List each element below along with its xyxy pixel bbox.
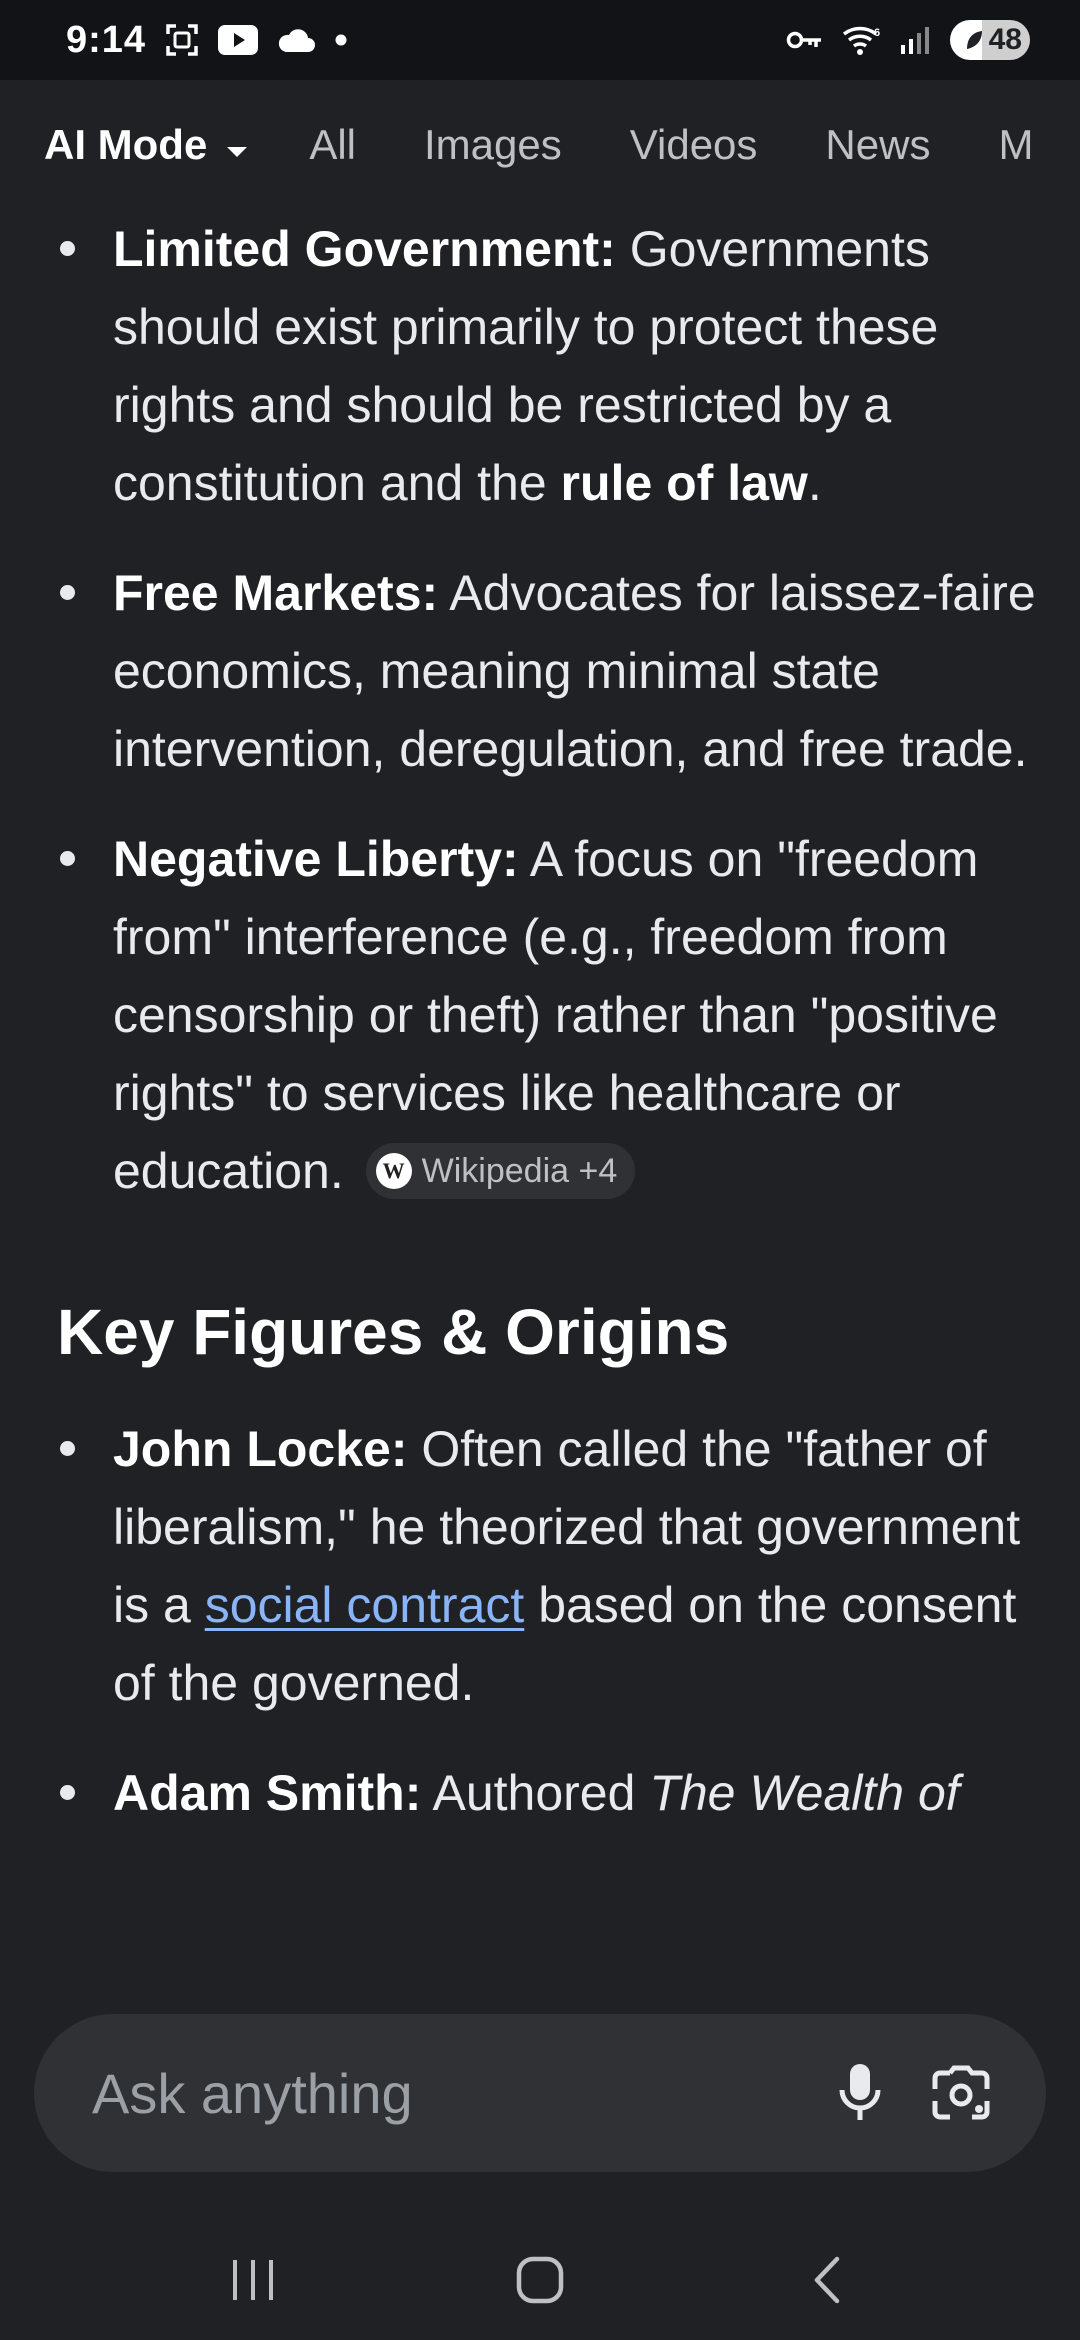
bullet-icon xyxy=(60,241,75,256)
google-lens-icon[interactable] xyxy=(932,2065,990,2121)
back-icon[interactable] xyxy=(767,2230,887,2330)
screenshot-icon xyxy=(164,22,200,58)
section-heading: Key Figures & Origins xyxy=(57,1296,730,1368)
item-term: John Locke: xyxy=(113,1421,408,1477)
tab-label: M xyxy=(998,121,1034,168)
tab-images[interactable]: Images xyxy=(424,121,562,169)
item-term: Negative Liberty: xyxy=(113,831,519,887)
ai-answer-content: Limited Government: Governments should e… xyxy=(0,210,1080,1990)
caret-down-icon xyxy=(225,121,249,169)
ask-bar[interactable]: Ask anything xyxy=(34,2014,1046,2172)
tab-label: All xyxy=(309,121,357,168)
tab-label: News xyxy=(825,121,931,168)
tab-label: AI Mode xyxy=(44,121,208,168)
wifi-icon: 6 xyxy=(842,24,882,56)
tab-news[interactable]: News xyxy=(825,121,930,169)
tab-label: Images xyxy=(424,121,562,168)
list-item: Negative Liberty: A focus on "freedom fr… xyxy=(0,820,1080,1210)
system-nav-bar xyxy=(0,2220,1080,2340)
tab-label: Videos xyxy=(629,121,758,168)
signal-icon xyxy=(900,25,932,55)
figures-list: John Locke: Often called the "father of … xyxy=(0,1410,1080,1832)
recents-icon[interactable] xyxy=(193,2230,313,2330)
battery-level: 48 xyxy=(988,23,1022,56)
book-title: The Wealth of xyxy=(649,1765,960,1821)
bullet-icon xyxy=(60,1441,75,1456)
tab-videos[interactable]: Videos xyxy=(630,121,758,169)
microphone-icon[interactable] xyxy=(838,2062,882,2124)
youtube-icon xyxy=(218,25,259,55)
item-term: Adam Smith: xyxy=(113,1765,422,1821)
status-bar: 9:14 6 48 xyxy=(0,0,1080,80)
battery-icon: 48 xyxy=(950,20,1030,60)
tab-ai-mode[interactable]: AI Mode xyxy=(44,121,249,169)
tab-more[interactable]: M xyxy=(998,121,1033,169)
search-tabs: AI Mode All Images Videos News M xyxy=(0,80,1080,210)
list-item: Free Markets: Advocates for laissez-fair… xyxy=(0,554,1080,788)
list-item: Limited Government: Governments should e… xyxy=(0,210,1080,522)
item-term: Limited Government: xyxy=(113,221,616,277)
ask-input[interactable]: Ask anything xyxy=(92,2061,788,2126)
key-icon xyxy=(786,28,824,52)
source-chip[interactable]: W Wikipedia +4 xyxy=(365,1142,636,1199)
item-term: Free Markets: xyxy=(113,565,439,621)
source-chip-label: Wikipedia +4 xyxy=(421,1151,618,1190)
home-icon[interactable] xyxy=(480,2230,600,2330)
cloud-icon xyxy=(276,26,316,54)
item-text: Authored xyxy=(421,1765,650,1821)
status-time: 9:14 xyxy=(66,18,147,61)
principles-list: Limited Government: Governments should e… xyxy=(0,210,1080,1210)
battery-saver-icon xyxy=(964,29,984,56)
bullet-icon xyxy=(60,1785,75,1800)
status-left: 9:14 xyxy=(66,19,348,62)
bullet-icon xyxy=(60,585,75,600)
list-item: Adam Smith: Authored The Wealth of xyxy=(0,1754,1080,1832)
list-item: John Locke: Often called the "father of … xyxy=(0,1410,1080,1722)
dot-icon xyxy=(334,33,348,47)
tab-all[interactable]: All xyxy=(309,121,356,169)
item-emphasis: rule of law xyxy=(560,455,808,511)
wikipedia-icon: W xyxy=(375,1152,412,1189)
svg-text:6: 6 xyxy=(874,27,880,39)
item-text-end: . xyxy=(807,455,822,511)
social-contract-link[interactable]: social contract xyxy=(205,1577,525,1633)
status-right: 6 48 xyxy=(786,20,1030,60)
bullet-icon xyxy=(60,851,75,866)
